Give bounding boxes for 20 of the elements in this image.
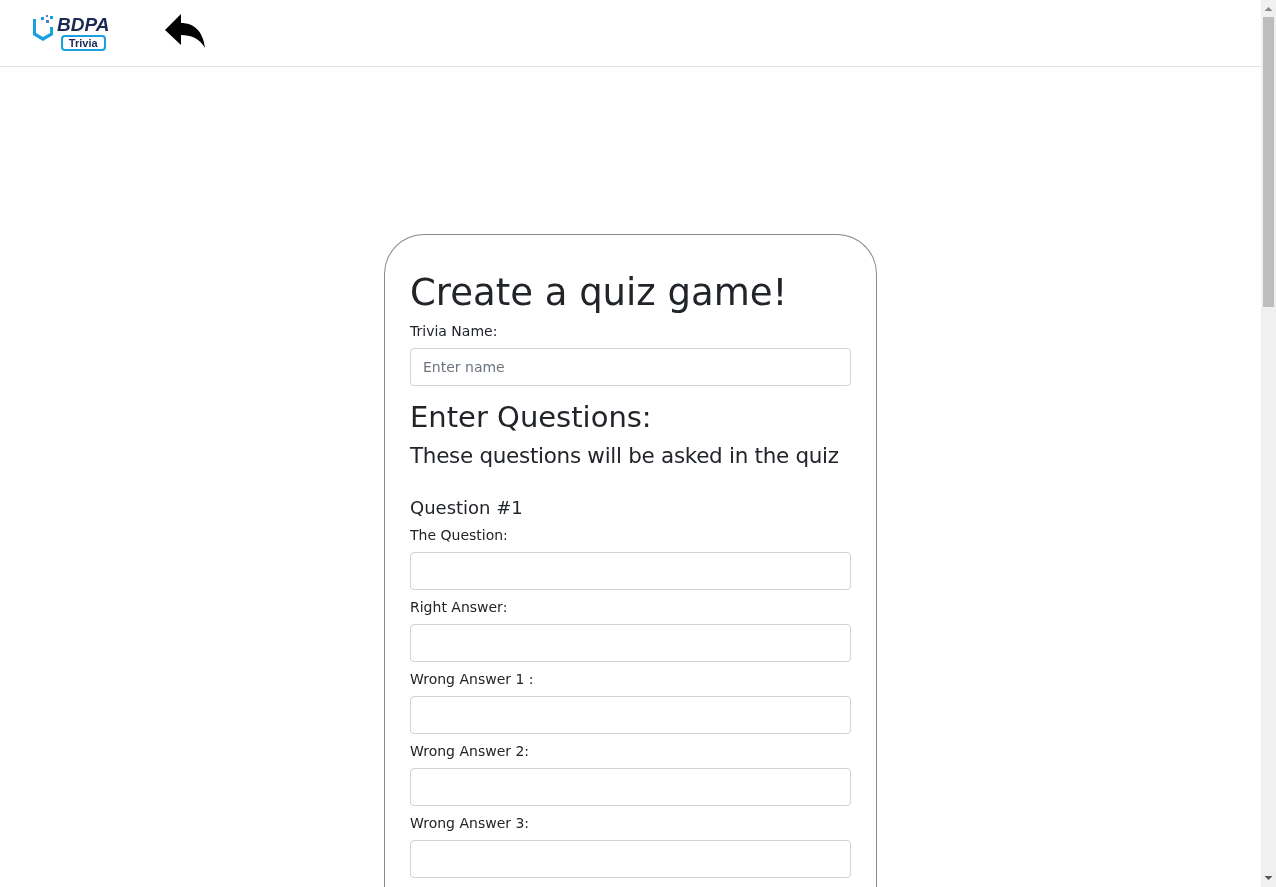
section-title: Enter Questions: — [410, 400, 653, 436]
field-label: Wrong Answer 2: — [410, 743, 531, 759]
input-field[interactable] — [410, 696, 851, 734]
logo-brand: BDPA — [57, 14, 110, 34]
question-heading: Question #1 — [410, 497, 524, 518]
input-field[interactable] — [410, 768, 851, 806]
field-label: The Question: — [410, 527, 509, 543]
logo-tag: Trivia — [60, 34, 106, 51]
scrollbar-thumb[interactable] — [1263, 17, 1274, 307]
field-label: Trivia Name: — [410, 323, 499, 340]
input-field[interactable] — [410, 840, 851, 878]
field-label: Right Answer: — [410, 599, 509, 615]
input-field[interactable] — [410, 624, 851, 662]
field-label: Wrong Answer 3: — [410, 815, 531, 831]
form-title: Create a quiz game! — [410, 272, 789, 314]
back-arrow-icon — [164, 13, 207, 50]
input-field[interactable]: Enter name — [410, 348, 851, 387]
section-subtitle: These questions will be asked in the quiz — [410, 443, 840, 469]
field-label: Wrong Answer 1 : — [410, 671, 535, 687]
input-field[interactable] — [410, 552, 851, 590]
